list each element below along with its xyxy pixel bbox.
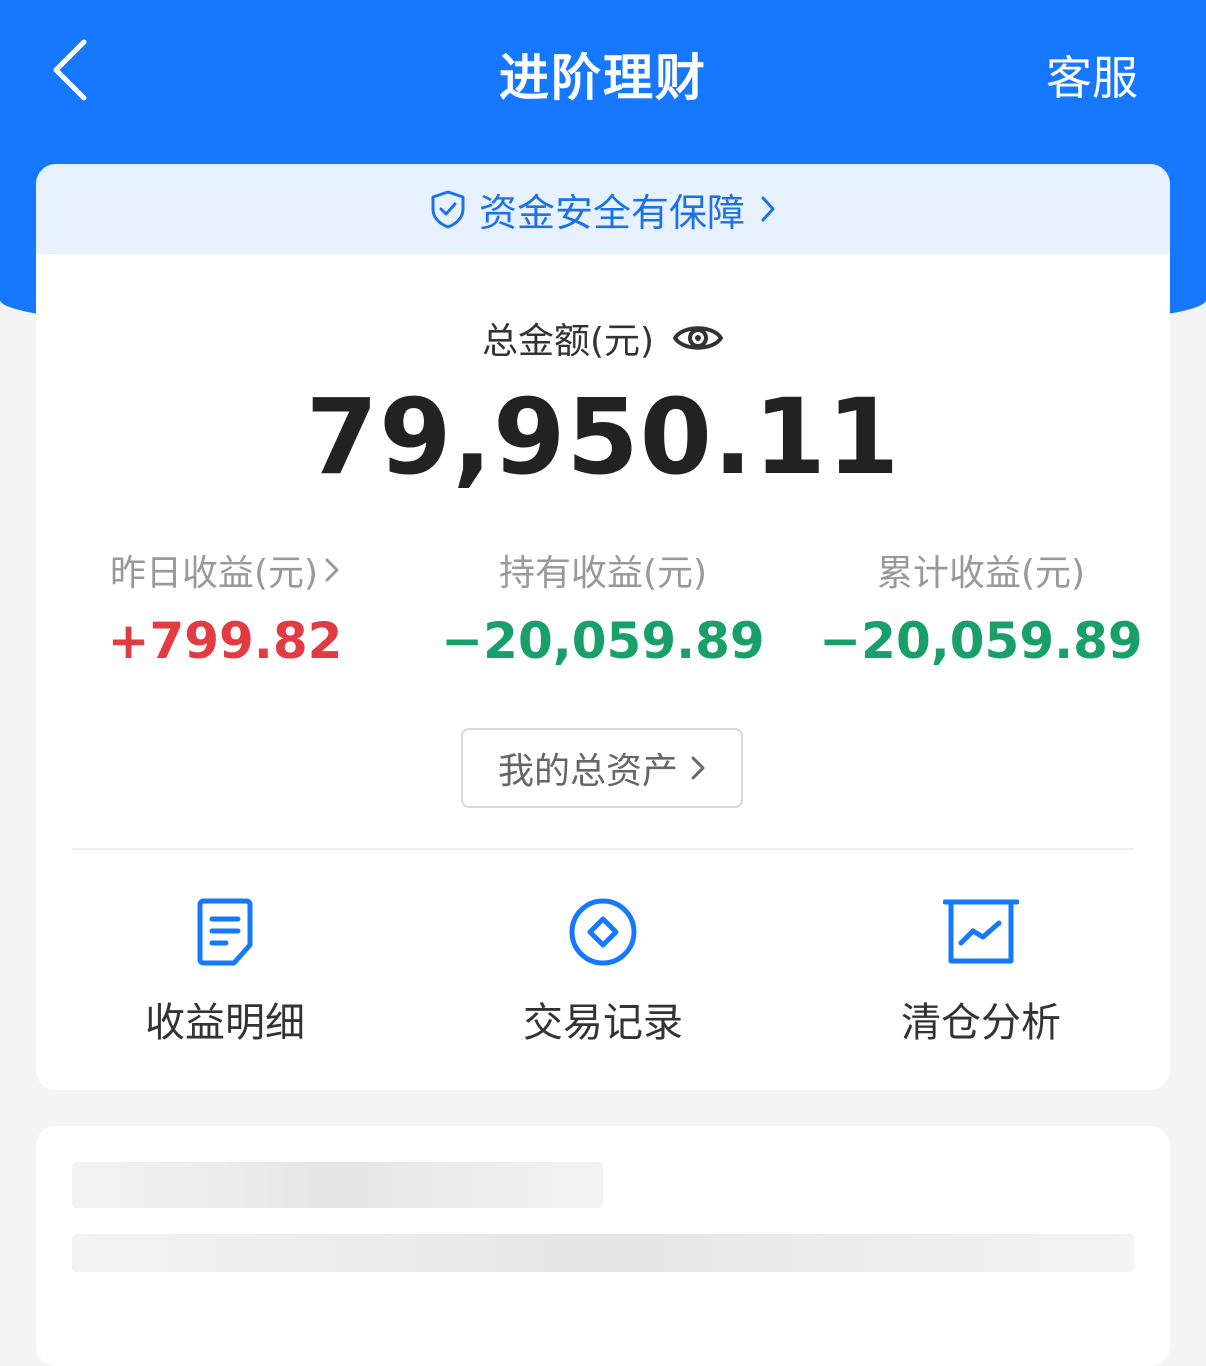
- chevron-right-icon: [324, 556, 340, 584]
- stat-holding: 持有收益(元) −20,059.89: [414, 544, 792, 670]
- stat-yesterday-label: 昨日收益(元): [109, 553, 319, 594]
- stat-cumulative: 累计收益(元) −20,059.89: [792, 544, 1170, 670]
- document-list-icon: [194, 894, 256, 970]
- stat-cumulative-value: −20,059.89: [819, 612, 1143, 670]
- stat-cumulative-label: 累计收益(元): [876, 553, 1086, 594]
- total-assets-button-label: 我的总资产: [497, 751, 678, 792]
- shortcut-earnings-detail[interactable]: 收益明细: [36, 894, 414, 1048]
- total-amount-label-row: 总金额(元): [36, 312, 1170, 364]
- asset-summary-card: 资金安全有保障 总金额(元) 79,950.11 昨日收益(元) +799.82…: [36, 164, 1170, 1090]
- chevron-right-icon: [690, 754, 706, 782]
- total-amount-label: 总金额(元): [481, 321, 655, 362]
- nav-bar: 进阶理财 客服: [0, 0, 1206, 140]
- shortcut-transaction-records[interactable]: 交易记录: [414, 894, 792, 1048]
- total-assets-button[interactable]: 我的总资产: [461, 728, 743, 808]
- stat-yesterday-value: +799.82: [107, 612, 343, 670]
- stat-yesterday-label-row: 昨日收益(元): [110, 544, 340, 596]
- shortcut-liquidation-analysis-label: 清仓分析: [901, 1000, 1061, 1046]
- stat-holding-value: −20,059.89: [441, 612, 765, 670]
- divider: [72, 848, 1134, 850]
- skeleton-line-short: [72, 1162, 603, 1208]
- trend-chart-icon: [943, 894, 1019, 970]
- safety-banner-text: 资金安全有保障: [478, 190, 745, 235]
- total-amount-value: 79,950.11: [305, 376, 901, 498]
- stat-yesterday[interactable]: 昨日收益(元) +799.82: [36, 544, 414, 670]
- shield-check-icon: [429, 189, 467, 229]
- diamond-circle-icon: [567, 894, 639, 970]
- shortcut-transaction-records-label: 交易记录: [523, 1000, 683, 1046]
- stat-holding-label: 持有收益(元): [498, 553, 708, 594]
- earnings-stats: 昨日收益(元) +799.82 持有收益(元) −20,059.89 累计收益(…: [36, 544, 1170, 670]
- chevron-right-icon: [759, 194, 777, 224]
- skeleton-line-long: [72, 1234, 1134, 1272]
- shortcut-liquidation-analysis[interactable]: 清仓分析: [792, 894, 1170, 1048]
- customer-service-button[interactable]: 客服: [1046, 42, 1138, 108]
- shortcut-grid: 收益明细 交易记录 清仓分析: [36, 894, 1170, 1048]
- shortcut-earnings-detail-label: 收益明细: [145, 1000, 305, 1046]
- loading-card: [36, 1126, 1170, 1366]
- page-title: 进阶理财: [499, 49, 707, 107]
- eye-icon[interactable]: [672, 320, 724, 356]
- safety-banner[interactable]: 资金安全有保障: [36, 164, 1170, 254]
